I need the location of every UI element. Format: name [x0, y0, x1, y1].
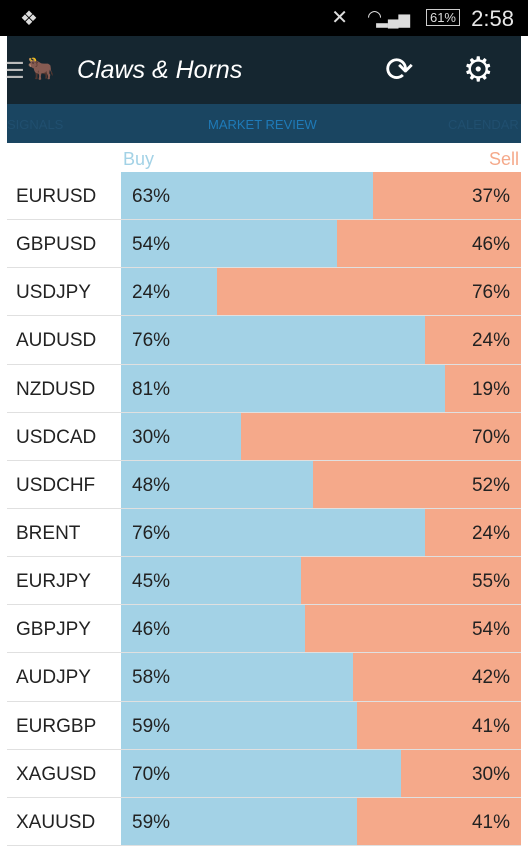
sentiment-bar: 30% 70%	[121, 412, 521, 460]
sentiment-bar: 46% 54%	[121, 605, 521, 653]
refresh-icon[interactable]: ⟳	[385, 50, 414, 90]
pair-label: GBPJPY	[16, 619, 91, 641]
list-item[interactable]: XAUUSD 59% 41%	[7, 797, 521, 846]
pair-label: BRENT	[16, 522, 81, 544]
sell-percent: 30%	[471, 763, 510, 785]
gear-icon[interactable]: ⚙	[463, 50, 493, 90]
menu-icon[interactable]: ☰	[5, 58, 25, 84]
buy-percent: 59%	[132, 811, 171, 833]
sell-percent: 70%	[471, 426, 510, 448]
tab-calendar[interactable]: CALENDAR	[448, 117, 519, 132]
sentiment-bar: 70% 30%	[121, 749, 521, 797]
buy-percent: 54%	[132, 234, 171, 256]
pair-label: AUDUSD	[16, 330, 97, 352]
buy-percent: 46%	[132, 619, 171, 641]
sentiment-list: EURUSD 63% 37% GBPUSD 54% 46% USDJPY 24%…	[7, 172, 521, 846]
sell-percent: 46%	[471, 234, 510, 256]
app-bar: ☰ 🐂 Claws & Horns ⟳ ⚙	[5, 36, 521, 104]
pair-label: XAGUSD	[16, 763, 97, 785]
sell-percent: 55%	[471, 571, 510, 593]
list-item[interactable]: AUDUSD 76% 24%	[7, 316, 521, 365]
pair-label: USDCHF	[16, 474, 96, 496]
sell-percent: 19%	[471, 378, 510, 400]
sentiment-bar: 45% 55%	[121, 557, 521, 605]
pair-label: EURGBP	[16, 715, 97, 737]
buy-percent: 24%	[132, 282, 171, 304]
buy-percent: 45%	[132, 571, 171, 593]
status-bar: ❖ ✕ ◠ ▂▄▆ 61% 2:58	[0, 0, 528, 36]
legend: Buy Sell	[121, 145, 521, 172]
pair-label: EURJPY	[16, 571, 91, 593]
sentiment-bar: 76% 24%	[121, 508, 521, 557]
buy-percent: 70%	[132, 763, 171, 785]
dropbox-icon: ❖	[20, 8, 38, 30]
sell-percent: 41%	[471, 811, 510, 833]
sentiment-bar: 81% 19%	[121, 364, 521, 412]
sell-percent: 24%	[471, 330, 510, 352]
sentiment-bar: 76% 24%	[121, 316, 521, 364]
sell-percent: 24%	[471, 522, 510, 544]
pair-label: AUDJPY	[16, 667, 91, 689]
list-item[interactable]: USDCAD 30% 70%	[7, 412, 521, 461]
list-item[interactable]: USDJPY 24% 76%	[7, 268, 521, 317]
list-item[interactable]: XAGUSD 70% 30%	[7, 749, 521, 798]
pair-label: USDJPY	[16, 282, 91, 304]
buy-percent: 59%	[132, 715, 171, 737]
list-item[interactable]: BRENT 76% 24%	[7, 508, 521, 558]
buy-percent: 48%	[132, 474, 171, 496]
list-item[interactable]: USDCHF 48% 52%	[7, 460, 521, 509]
legend-buy: Buy	[123, 149, 155, 169]
buy-percent: 76%	[132, 522, 171, 544]
logo-icon: 🐂	[27, 56, 55, 81]
sentiment-bar: 24% 76%	[121, 268, 521, 316]
list-item[interactable]: NZDUSD 81% 19%	[7, 364, 521, 413]
tab-signals[interactable]: SIGNALS	[7, 117, 63, 132]
list-item[interactable]: AUDJPY 58% 42%	[7, 653, 521, 702]
buy-percent: 81%	[132, 378, 171, 400]
sell-percent: 42%	[471, 667, 510, 689]
nfc-off-icon: ✕	[331, 7, 348, 29]
buy-percent: 76%	[132, 330, 171, 352]
pair-label: EURUSD	[16, 186, 97, 207]
list-item[interactable]: EURGBP 59% 41%	[7, 701, 521, 750]
list-item[interactable]: GBPJPY 46% 54%	[7, 605, 521, 654]
app-title: Claws & Horns	[77, 56, 243, 84]
list-item[interactable]: GBPUSD 54% 46%	[7, 220, 521, 269]
sell-percent: 76%	[471, 282, 510, 304]
buy-percent: 30%	[132, 426, 171, 448]
sentiment-bar: 58% 42%	[121, 653, 521, 701]
pair-label: NZDUSD	[16, 378, 96, 400]
tab-bar: SIGNALS MARKET REVIEW CALENDAR	[7, 104, 521, 143]
sentiment-bar: 63% 37%	[121, 172, 521, 220]
tab-market-review[interactable]: MARKET REVIEW	[208, 117, 317, 132]
sell-percent: 41%	[471, 715, 510, 737]
clock: 2:58	[471, 6, 514, 31]
signal-icon: ▂▄▆	[376, 11, 410, 28]
pair-label: XAUUSD	[16, 811, 96, 833]
pair-label: GBPUSD	[16, 234, 97, 256]
buy-percent: 58%	[132, 667, 171, 689]
sell-percent: 52%	[471, 474, 510, 496]
sell-percent: 54%	[471, 619, 510, 641]
list-item[interactable]: EURUSD 63% 37%	[7, 172, 521, 221]
sentiment-bar: 54% 46%	[121, 220, 521, 268]
battery-indicator: 61%	[425, 9, 460, 26]
pair-label: USDCAD	[16, 426, 97, 448]
sell-percent: 37%	[471, 186, 510, 207]
buy-percent: 63%	[132, 186, 171, 207]
sentiment-bar: 59% 41%	[121, 797, 521, 845]
sentiment-bar: 59% 41%	[121, 701, 521, 749]
sentiment-bar: 48% 52%	[121, 460, 521, 508]
list-item[interactable]: EURJPY 45% 55%	[7, 557, 521, 606]
legend-sell: Sell	[488, 149, 519, 169]
